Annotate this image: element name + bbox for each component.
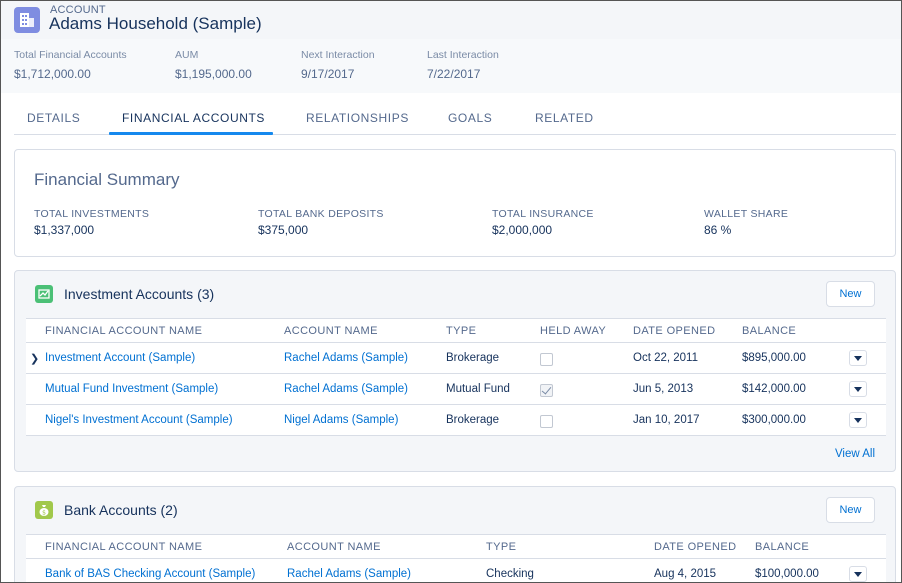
tab-relationships[interactable]: RELATIONSHIPS xyxy=(306,111,409,125)
date-opened: Jan 10, 2017 xyxy=(633,414,700,426)
held-away-checkbox xyxy=(540,384,553,397)
date-opened: Jun 5, 2013 xyxy=(633,383,694,395)
svg-text:$: $ xyxy=(42,510,46,517)
summary-total-bank-deposits: TOTAL BANK DEPOSITS $375,000 xyxy=(258,208,384,237)
chevron-down-icon[interactable] xyxy=(849,381,867,397)
record-header: ACCOUNT Adams Household (Sample) Total F… xyxy=(1,1,901,93)
investment-accounts-table: FINANCIAL ACCOUNT NAME ACCOUNT NAME TYPE… xyxy=(26,318,886,436)
active-tab-indicator xyxy=(109,132,273,135)
page-frame: ACCOUNT Adams Household (Sample) Total F… xyxy=(0,0,902,583)
date-opened: Aug 4, 2015 xyxy=(654,568,717,580)
summary-wallet-share: WALLET SHARE 86 % xyxy=(704,208,788,237)
date-opened: Oct 22, 2011 xyxy=(633,352,698,364)
new-bank-account-button[interactable]: New xyxy=(826,497,875,523)
summary-total-investments: TOTAL INVESTMENTS $1,337,000 xyxy=(34,208,149,237)
summary-label: TOTAL BANK DEPOSITS xyxy=(258,208,384,220)
summary-value: $375,000 xyxy=(258,223,309,237)
account-type: Brokerage xyxy=(446,414,500,426)
financial-summary-card: Financial Summary TOTAL INVESTMENTS $1,3… xyxy=(14,149,896,257)
summary-total-insurance: TOTAL INSURANCE $2,000,000 xyxy=(492,208,594,237)
highlight-value: $1,712,000.00 xyxy=(14,67,91,81)
summary-label: TOTAL INSURANCE xyxy=(492,208,594,220)
new-investment-account-button[interactable]: New xyxy=(826,281,875,307)
column-header-held-away[interactable]: HELD AWAY xyxy=(540,325,606,337)
financial-account-link[interactable]: Mutual Fund Investment (Sample) xyxy=(45,383,218,395)
highlight-total-financial-accounts: Total Financial Accounts $1,712,000.00 xyxy=(14,49,127,81)
highlight-label: Next Interaction xyxy=(301,49,375,61)
table-row: Mutual Fund Investment (Sample) Rachel A… xyxy=(26,374,886,405)
chart-icon xyxy=(35,285,53,303)
account-name-link[interactable]: Rachel Adams (Sample) xyxy=(284,352,408,364)
highlight-value: 7/22/2017 xyxy=(427,67,481,81)
view-all-link[interactable]: View All xyxy=(835,448,875,460)
tab-details[interactable]: DETAILS xyxy=(27,111,80,125)
tab-related[interactable]: RELATED xyxy=(535,111,594,125)
tab-bar: DETAILS FINANCIAL ACCOUNTS RELATIONSHIPS… xyxy=(14,105,896,135)
held-away-checkbox xyxy=(540,415,553,428)
column-header-financial-account-name[interactable]: FINANCIAL ACCOUNT NAME xyxy=(45,325,202,337)
balance: $895,000.00 xyxy=(742,352,806,364)
chevron-down-icon[interactable] xyxy=(849,566,867,582)
balance: $142,000.00 xyxy=(742,383,806,395)
account-name-link[interactable]: Rachel Adams (Sample) xyxy=(287,568,411,580)
investment-accounts-title[interactable]: Investment Accounts (3) xyxy=(64,286,214,302)
account-type: Checking xyxy=(486,568,534,580)
highlight-aum: AUM $1,195,000.00 xyxy=(175,49,252,81)
highlight-last-interaction: Last Interaction 7/22/2017 xyxy=(427,49,499,81)
highlight-label: AUM xyxy=(175,49,199,61)
column-header-balance[interactable]: BALANCE xyxy=(742,325,796,337)
summary-value: 86 % xyxy=(704,223,732,237)
column-header-date-opened[interactable]: DATE OPENED xyxy=(654,541,736,553)
bank-accounts-card: $ Bank Accounts (2) New FINANCIAL ACCOUN… xyxy=(14,486,896,582)
account-type: Mutual Fund xyxy=(446,383,510,395)
account-name-link[interactable]: Rachel Adams (Sample) xyxy=(284,383,408,395)
highlight-next-interaction: Next Interaction 9/17/2017 xyxy=(301,49,375,81)
table-row: ❯ Investment Account (Sample) Rachel Ada… xyxy=(26,343,886,374)
summary-label: TOTAL INVESTMENTS xyxy=(34,208,150,220)
table-row: Bank of BAS Checking Account (Sample) Ra… xyxy=(26,559,886,582)
financial-account-link[interactable]: Nigel's Investment Account (Sample) xyxy=(45,414,233,426)
chevron-down-icon[interactable] xyxy=(849,412,867,428)
chevron-right-icon[interactable]: ❯ xyxy=(30,352,39,365)
tab-financial-accounts[interactable]: FINANCIAL ACCOUNTS xyxy=(122,111,265,125)
column-header-balance[interactable]: BALANCE xyxy=(755,541,809,553)
table-header: FINANCIAL ACCOUNT NAME ACCOUNT NAME TYPE… xyxy=(26,534,886,559)
money-bag-icon: $ xyxy=(35,501,53,519)
held-away-checkbox xyxy=(540,353,553,366)
summary-value: $1,337,000 xyxy=(34,223,95,237)
page-title: Adams Household (Sample) xyxy=(49,14,262,33)
column-header-financial-account-name[interactable]: FINANCIAL ACCOUNT NAME xyxy=(45,541,202,553)
financial-summary-title: Financial Summary xyxy=(34,170,180,189)
bank-accounts-table: FINANCIAL ACCOUNT NAME ACCOUNT NAME TYPE… xyxy=(26,534,886,582)
financial-account-link[interactable]: Bank of BAS Checking Account (Sample) xyxy=(45,568,255,580)
highlight-value: $1,195,000.00 xyxy=(175,67,252,81)
chevron-down-icon[interactable] xyxy=(849,350,867,366)
column-header-account-name[interactable]: ACCOUNT NAME xyxy=(284,325,378,337)
table-header: FINANCIAL ACCOUNT NAME ACCOUNT NAME TYPE… xyxy=(26,318,886,343)
bank-accounts-title[interactable]: Bank Accounts (2) xyxy=(64,502,178,518)
account-name-link[interactable]: Nigel Adams (Sample) xyxy=(284,414,398,426)
building-icon xyxy=(14,7,40,33)
account-type: Brokerage xyxy=(446,352,500,364)
highlight-label: Total Financial Accounts xyxy=(14,49,127,61)
column-header-date-opened[interactable]: DATE OPENED xyxy=(633,325,715,337)
summary-label: WALLET SHARE xyxy=(704,208,789,220)
financial-account-link[interactable]: Investment Account (Sample) xyxy=(45,352,195,364)
column-header-account-name[interactable]: ACCOUNT NAME xyxy=(287,541,381,553)
investment-accounts-card: Investment Accounts (3) New FINANCIAL AC… xyxy=(14,270,896,472)
balance: $300,000.00 xyxy=(742,414,806,426)
table-row: Nigel's Investment Account (Sample) Nige… xyxy=(26,405,886,436)
tab-goals[interactable]: GOALS xyxy=(448,111,492,125)
highlight-value: 9/17/2017 xyxy=(301,67,355,81)
balance: $100,000.00 xyxy=(755,568,819,580)
summary-value: $2,000,000 xyxy=(492,223,553,237)
column-header-type[interactable]: TYPE xyxy=(446,325,476,337)
highlight-label: Last Interaction xyxy=(427,49,499,61)
record-header-top: ACCOUNT Adams Household (Sample) xyxy=(1,1,901,39)
column-header-type[interactable]: TYPE xyxy=(486,541,516,553)
